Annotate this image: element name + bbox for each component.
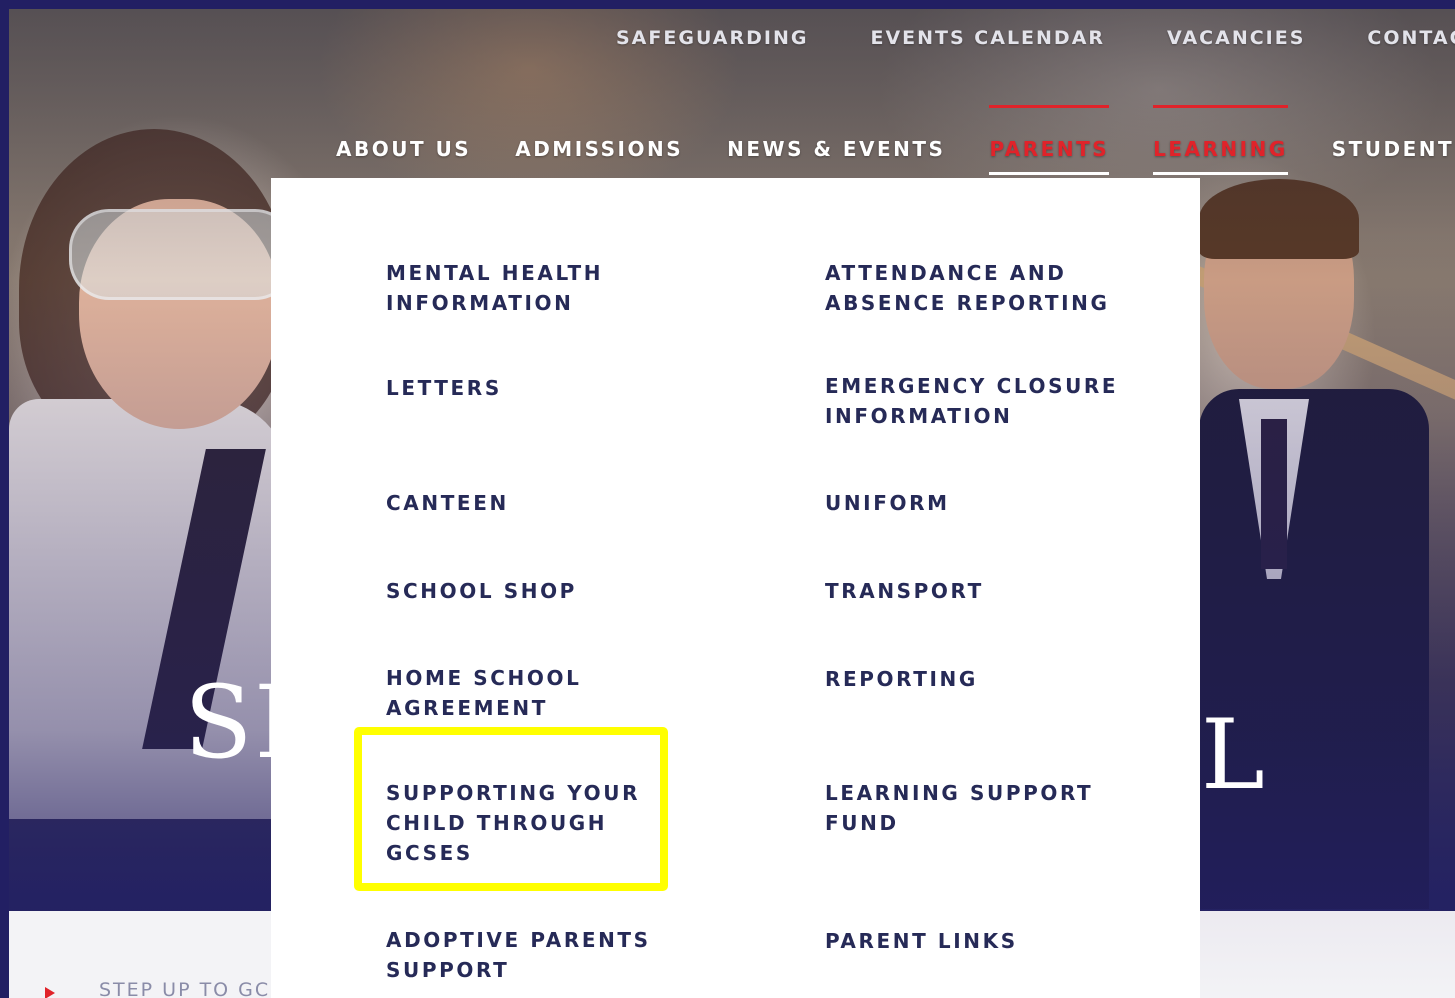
content-strip-right — [1200, 911, 1455, 998]
menu-item-school-shop[interactable]: SCHOOL SHOP — [386, 576, 716, 606]
menu-item-attendance-and-absence-reporting[interactable]: ATTENDANCE AND ABSENCE REPORTING — [825, 258, 1125, 318]
nav-vacancies[interactable]: VACANCIES — [1167, 27, 1305, 49]
browser-viewport: SM L SAFEGUARDING EVENTS CALENDAR VACANC… — [9, 9, 1455, 998]
menu-item-uniform[interactable]: UNIFORM — [825, 488, 1165, 518]
menu-item-learning-support-fund[interactable]: LEARNING SUPPORT FUND — [825, 778, 1115, 838]
main-nav: ABOUT US ADMISSIONS NEWS & EVENTS PARENT… — [336, 105, 1455, 175]
step-up-link[interactable]: STEP UP TO GC — [99, 979, 270, 998]
nav-student[interactable]: STUDENT — [1332, 137, 1454, 161]
nav-about-us[interactable]: ABOUT US — [336, 137, 471, 161]
nav-events-calendar[interactable]: EVENTS CALENDAR — [870, 27, 1105, 49]
menu-item-parent-links[interactable]: PARENT LINKS — [825, 926, 1165, 956]
highlight-box — [354, 727, 668, 891]
arrow-right-icon — [45, 987, 55, 998]
nav-news-events[interactable]: NEWS & EVENTS — [727, 137, 945, 161]
utility-nav: SAFEGUARDING EVENTS CALENDAR VACANCIES C… — [616, 27, 1455, 49]
menu-item-reporting[interactable]: REPORTING — [825, 664, 1165, 694]
menu-item-canteen[interactable]: CANTEEN — [386, 488, 716, 518]
menu-item-emergency-closure-information[interactable]: EMERGENCY CLOSURE INFORMATION — [825, 371, 1145, 431]
menu-item-mental-health-information[interactable]: MENTAL HEALTH INFORMATION — [386, 258, 716, 318]
menu-item-adoptive-parents-support[interactable]: ADOPTIVE PARENTS SUPPORT — [386, 925, 666, 985]
menu-item-letters[interactable]: LETTERS — [386, 373, 716, 403]
nav-safeguarding[interactable]: SAFEGUARDING — [616, 27, 808, 49]
nav-parents[interactable]: PARENTS — [989, 105, 1109, 175]
nav-contact[interactable]: CONTAC — [1367, 27, 1455, 49]
hero-school-name-right: L — [1201, 699, 1267, 811]
nav-admissions[interactable]: ADMISSIONS — [515, 137, 683, 161]
menu-item-home-school-agreement[interactable]: HOME SCHOOL AGREEMENT — [386, 663, 606, 723]
menu-item-transport[interactable]: TRANSPORT — [825, 576, 1165, 606]
nav-learning[interactable]: LEARNING — [1153, 105, 1288, 175]
